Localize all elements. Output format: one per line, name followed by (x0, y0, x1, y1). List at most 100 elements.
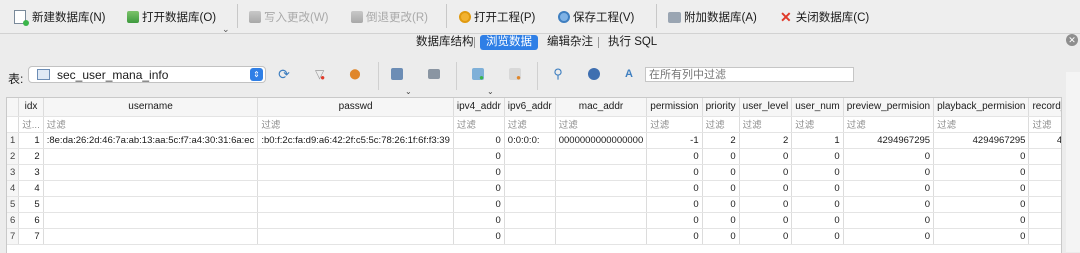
column-header-playback-permision[interactable]: playback_permision (933, 98, 1030, 117)
column-header-priority[interactable]: priority (702, 98, 740, 117)
table-cell[interactable]: 1 (18, 132, 44, 149)
table-cell[interactable] (555, 196, 648, 213)
table-cell[interactable]: 2 (18, 148, 44, 165)
table-cell[interactable]: 0 (646, 180, 703, 197)
column-filter-input[interactable]: 过滤 (791, 116, 844, 133)
insert-record-icon[interactable]: ● (470, 66, 486, 82)
table-cell[interactable]: 2 (739, 132, 793, 149)
table-cell[interactable] (555, 148, 648, 165)
row-number[interactable]: 2 (7, 148, 20, 165)
column-header-user-level[interactable]: user_level (739, 98, 793, 117)
table-cell[interactable]: 5 (18, 196, 44, 213)
open-database-button[interactable]: 打开数据库(O) (127, 6, 216, 28)
table-cell[interactable]: 0 (933, 164, 1030, 181)
table-cell[interactable]: :8e:da:26:2d:46:7a:ab:13:aa:5c:f7:a4:30:… (43, 132, 259, 149)
column-header-username[interactable]: username (43, 98, 259, 117)
table-cell[interactable] (257, 196, 454, 213)
clear-filters-icon[interactable]: ▽ ● (312, 66, 328, 82)
table-row[interactable]: 55000000000 (7, 196, 1061, 213)
table-cell[interactable]: 0 (646, 148, 703, 165)
table-cell[interactable]: -1 (646, 132, 703, 149)
table-cell[interactable] (555, 164, 648, 181)
open-project-button[interactable]: 打开工程(P) (459, 6, 535, 28)
table-cell[interactable]: 0 (739, 180, 793, 197)
scrollbar[interactable] (1066, 72, 1080, 252)
table-row[interactable]: 66000000000 (7, 212, 1061, 229)
table-cell[interactable]: 0 (453, 196, 505, 213)
column-filter-input[interactable]: 过滤 (453, 116, 505, 133)
table-cell[interactable]: 0 (739, 164, 793, 181)
table-cell[interactable]: 0 (646, 164, 703, 181)
table-cell[interactable]: 0 (1028, 228, 1061, 245)
table-cell[interactable]: 4 (18, 180, 44, 197)
table-cell[interactable]: 0 (702, 228, 740, 245)
table-cell[interactable] (43, 164, 259, 181)
table-cell[interactable]: 0 (791, 228, 844, 245)
row-number[interactable]: 3 (7, 164, 20, 181)
table-cell[interactable]: 0 (702, 180, 740, 197)
table-cell[interactable] (555, 228, 648, 245)
table-cell[interactable]: 0 (791, 164, 844, 181)
row-number[interactable]: 7 (7, 228, 20, 245)
save-table-icon[interactable] (389, 66, 405, 82)
table-cell[interactable] (43, 212, 259, 229)
table-cell[interactable]: 0 (739, 212, 793, 229)
sort-reset-icon[interactable]: ⬤ (347, 66, 363, 82)
table-cell[interactable] (257, 228, 454, 245)
table-cell[interactable] (257, 164, 454, 181)
column-header-ipv4-addr[interactable]: ipv4_addr (453, 98, 505, 117)
table-cell[interactable] (43, 180, 259, 197)
table-row[interactable]: 33000000000 (7, 164, 1061, 181)
tab-execute-sql[interactable]: 执行 SQL (602, 35, 663, 50)
table-cell[interactable]: 0 (1028, 180, 1061, 197)
find-replace-icon[interactable] (586, 66, 602, 82)
insert-record-dropdown-icon[interactable]: ⌄ (487, 87, 494, 96)
table-cell[interactable]: 4294967295 (933, 132, 1030, 149)
table-cell[interactable]: 0 (933, 148, 1030, 165)
table-cell[interactable]: 0 (843, 148, 935, 165)
column-filter-input[interactable]: 过滤 (1028, 116, 1061, 133)
table-select[interactable]: sec_user_mana_info ⇕ (28, 66, 266, 83)
table-cell[interactable]: 0 (933, 228, 1030, 245)
column-header-preview-permision[interactable]: preview_permision (843, 98, 935, 117)
table-row[interactable]: 77000000000 (7, 228, 1061, 245)
table-cell[interactable]: 0 (702, 164, 740, 181)
column-header-passwd[interactable]: passwd (257, 98, 454, 117)
table-cell[interactable] (504, 196, 556, 213)
table-cell[interactable] (43, 196, 259, 213)
table-cell[interactable]: 0:0:0:0: (504, 132, 556, 149)
table-cell[interactable]: 4294967295 (843, 132, 935, 149)
table-cell[interactable]: 0 (843, 212, 935, 229)
table-cell[interactable]: 0 (791, 180, 844, 197)
save-project-button[interactable]: 保存工程(V) (558, 6, 634, 28)
column-header-record-permision[interactable]: record_permision (1028, 98, 1061, 117)
table-cell[interactable]: 0 (739, 196, 793, 213)
table-cell[interactable] (504, 180, 556, 197)
write-changes-button[interactable]: 写入更改(W) (249, 6, 329, 28)
table-cell[interactable]: 0 (646, 228, 703, 245)
column-header-idx[interactable]: idx (18, 98, 44, 117)
table-row[interactable]: 44000000000 (7, 180, 1061, 197)
table-cell[interactable]: 0 (702, 148, 740, 165)
table-cell[interactable]: 0 (1028, 148, 1061, 165)
table-cell[interactable]: 1 (791, 132, 844, 149)
row-number[interactable]: 5 (7, 196, 20, 213)
table-cell[interactable]: 0 (739, 148, 793, 165)
table-cell[interactable]: 0 (843, 228, 935, 245)
table-cell[interactable]: 0 (453, 164, 505, 181)
column-filter-input[interactable]: 过... (18, 116, 44, 133)
row-number[interactable]: 1 (7, 132, 20, 149)
table-cell[interactable]: 0 (1028, 212, 1061, 229)
table-cell[interactable]: 0 (1028, 196, 1061, 213)
column-header-user-num[interactable]: user_num (791, 98, 844, 117)
global-filter-input[interactable] (645, 67, 854, 82)
table-cell[interactable] (257, 212, 454, 229)
table-cell[interactable] (504, 148, 556, 165)
table-cell[interactable]: 3 (18, 164, 44, 181)
table-cell[interactable]: 0 (453, 148, 505, 165)
translate-icon[interactable]: A (621, 66, 637, 82)
table-cell[interactable]: 0 (843, 180, 935, 197)
table-cell[interactable] (257, 180, 454, 197)
table-cell[interactable]: 0 (1028, 164, 1061, 181)
table-cell[interactable]: 0 (791, 212, 844, 229)
